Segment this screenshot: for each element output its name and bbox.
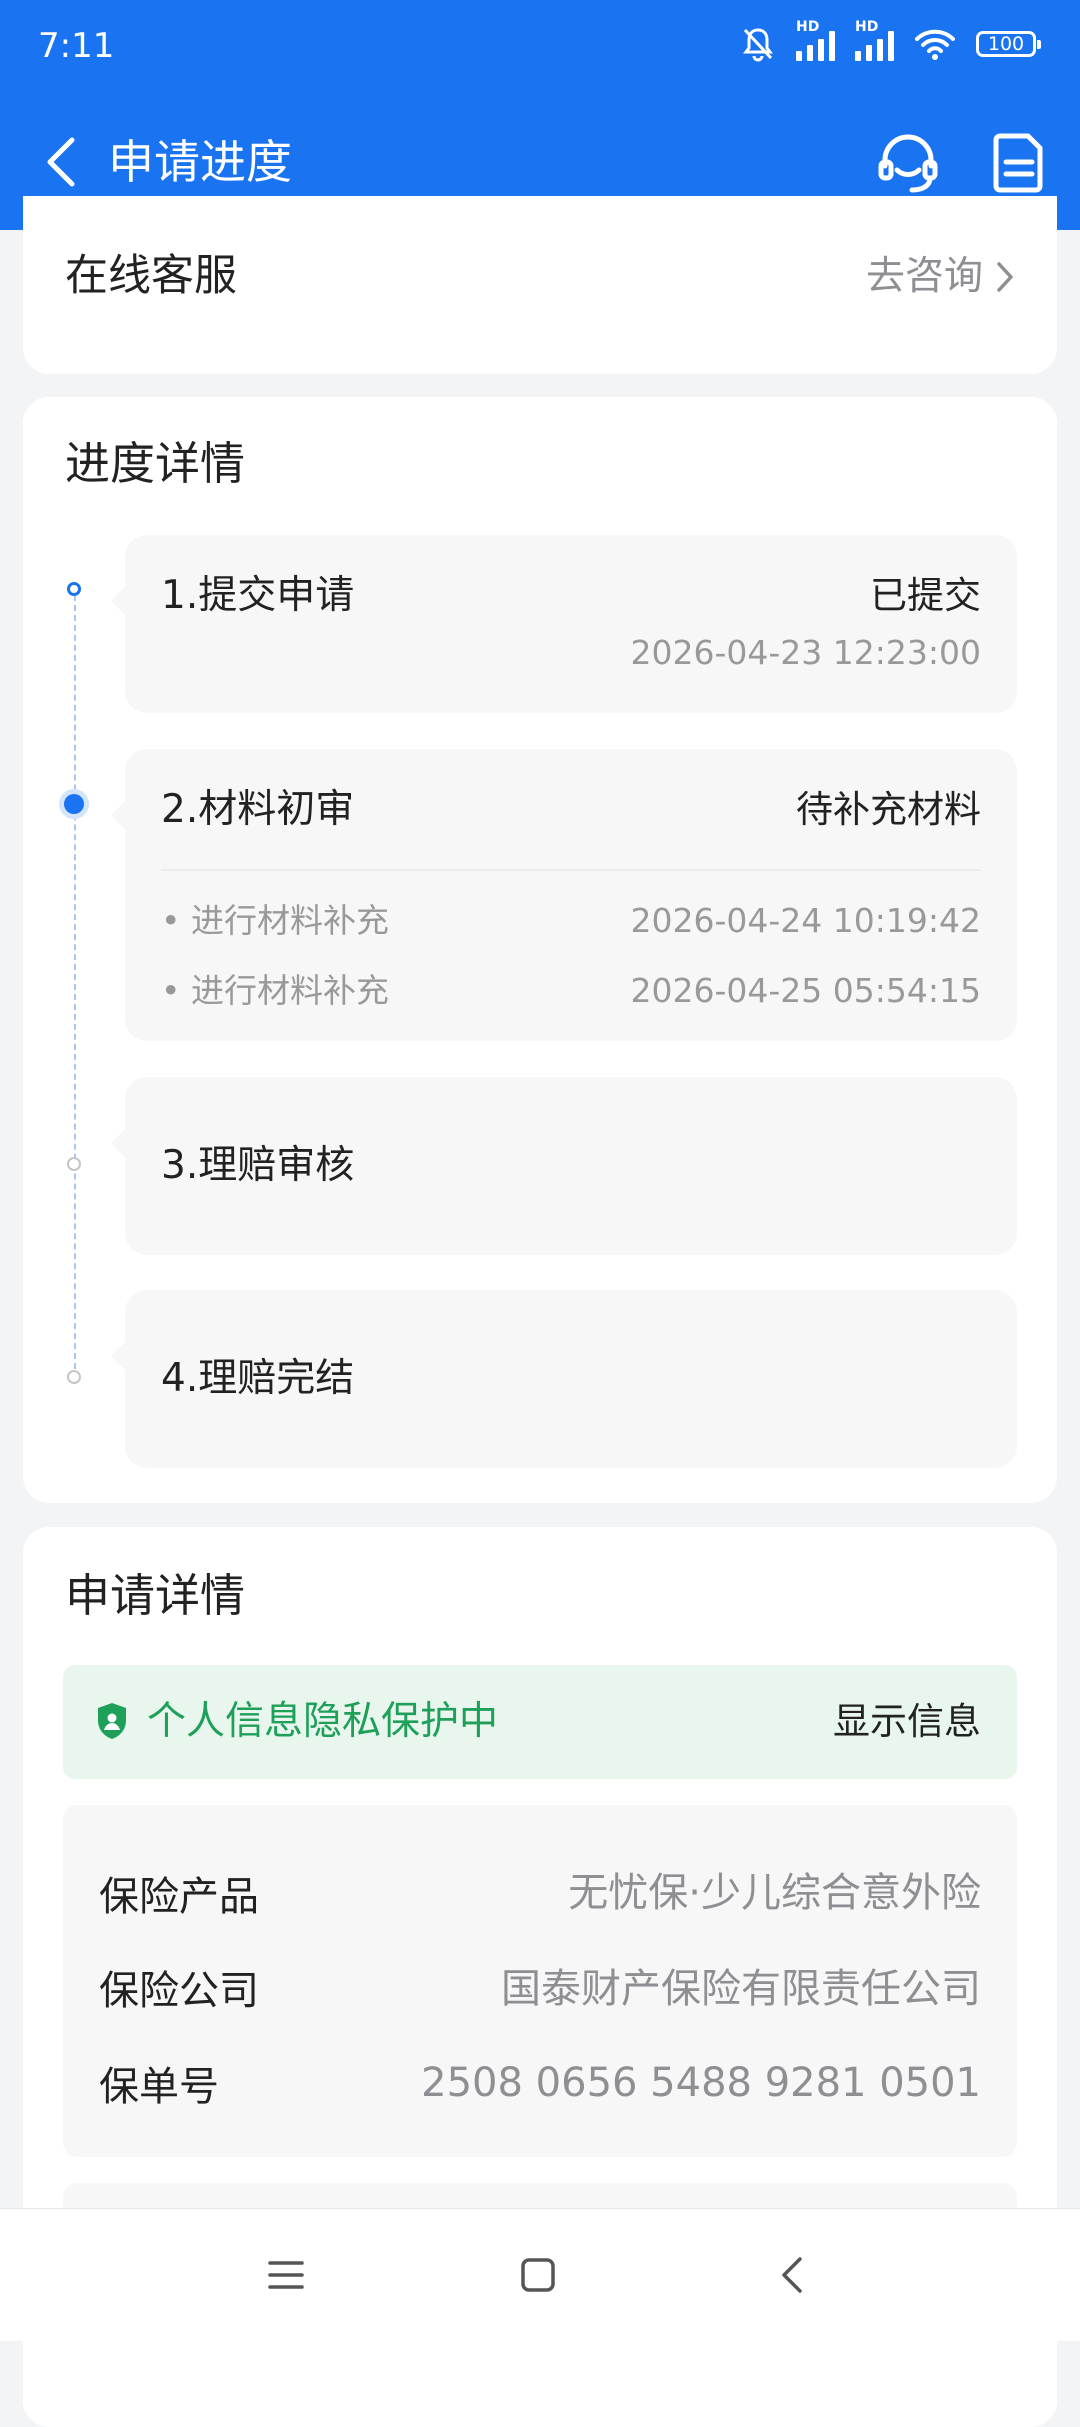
step-status: 已提交 xyxy=(870,574,981,617)
timeline-dot-step2 xyxy=(64,794,84,814)
headset-icon xyxy=(878,134,938,193)
page-title: 申请进度 xyxy=(108,135,292,189)
sub-item-label: • 进行材料补充 xyxy=(161,901,389,940)
chevron-left-icon xyxy=(47,137,75,187)
progress-step-1: 1.提交申请 已提交 2026-04-23 12:23:00 xyxy=(111,535,1017,713)
step-label: 4.理赔完结 xyxy=(161,1356,355,1401)
customer-service-button[interactable] xyxy=(875,130,941,196)
progress-step-3: 3.理赔审核 xyxy=(111,1077,1017,1255)
consult-link[interactable]: 去咨询 xyxy=(866,252,1015,302)
field-label-product: 保险产品 xyxy=(99,1874,259,1920)
sub-item-time: 2026-04-24 10:19:42 xyxy=(630,901,981,940)
status-time: 7:11 xyxy=(38,26,115,66)
square-icon xyxy=(521,2258,555,2292)
system-nav-bar xyxy=(0,2208,1080,2341)
menu-icon xyxy=(268,2261,304,2289)
step-time: 2026-04-23 12:23:00 xyxy=(630,633,981,672)
bell-muted-icon xyxy=(743,28,773,62)
field-value-product: 无忧保·少儿综合意外险 xyxy=(568,1870,981,1916)
show-info-button[interactable]: 显示信息 xyxy=(833,1697,981,1747)
chevron-right-icon xyxy=(997,262,1013,292)
customer-service-card: 在线客服 去咨询 xyxy=(23,196,1057,374)
progress-step-4: 4.理赔完结 xyxy=(111,1290,1017,1468)
document-icon xyxy=(993,133,1043,193)
field-value-policy-number: 2508 0656 5488 9281 0501 xyxy=(421,2060,981,2106)
step-label: 1.提交申请 xyxy=(161,573,355,618)
signal-sim1-icon: HD xyxy=(796,19,835,61)
progress-card: 进度详情 1.提交申请 已提交 2026-04-23 12:23:00 2.材料… xyxy=(23,397,1057,1503)
battery-icon: 100 xyxy=(976,31,1041,57)
timeline-dot-step1 xyxy=(67,582,81,596)
recent-apps-button[interactable] xyxy=(258,2247,314,2303)
home-button[interactable] xyxy=(510,2247,566,2303)
timeline-dot-step4 xyxy=(67,1370,81,1384)
customer-service-title: 在线客服 xyxy=(65,251,237,301)
back-button[interactable] xyxy=(30,132,90,192)
chevron-left-icon xyxy=(782,2257,802,2293)
step-label: 3.理赔审核 xyxy=(161,1143,355,1188)
status-bar: 7:11 HD HD 100 xyxy=(0,0,1080,96)
policy-info-box: 保险产品 无忧保·少儿综合意外险 保险公司 国泰财产保险有限责任公司 保单号 2… xyxy=(63,1805,1017,2157)
signal-sim2-icon: HD xyxy=(855,19,894,61)
field-label-policy-number: 保单号 xyxy=(99,2064,219,2110)
field-label-company: 保险公司 xyxy=(99,1968,259,2014)
document-button[interactable] xyxy=(986,130,1052,196)
status-icons: HD HD 100 xyxy=(740,19,1041,62)
privacy-banner: 个人信息隐私保护中 显示信息 xyxy=(63,1665,1017,1779)
step-status: 待补充材料 xyxy=(796,788,981,831)
timeline-dot-step3 xyxy=(67,1157,81,1171)
sub-item-time: 2026-04-25 05:54:15 xyxy=(630,971,981,1010)
step-label: 2.材料初审 xyxy=(161,787,355,832)
progress-step-2: 2.材料初审 待补充材料 • 进行材料补充 2026-04-24 10:19:4… xyxy=(111,749,1017,1041)
progress-section-title: 进度详情 xyxy=(65,437,246,490)
shield-icon xyxy=(98,1703,126,1739)
step-divider xyxy=(161,869,981,871)
sub-item-label: • 进行材料补充 xyxy=(161,971,389,1010)
field-value-company: 国泰财产保险有限责任公司 xyxy=(501,1966,981,2012)
privacy-text: 个人信息隐私保护中 xyxy=(147,1699,499,1744)
system-back-button[interactable] xyxy=(764,2247,820,2303)
details-section-title: 申请详情 xyxy=(65,1569,246,1622)
timeline-line xyxy=(74,595,76,1379)
wifi-icon xyxy=(915,29,955,60)
consult-link-label: 去咨询 xyxy=(865,254,983,299)
